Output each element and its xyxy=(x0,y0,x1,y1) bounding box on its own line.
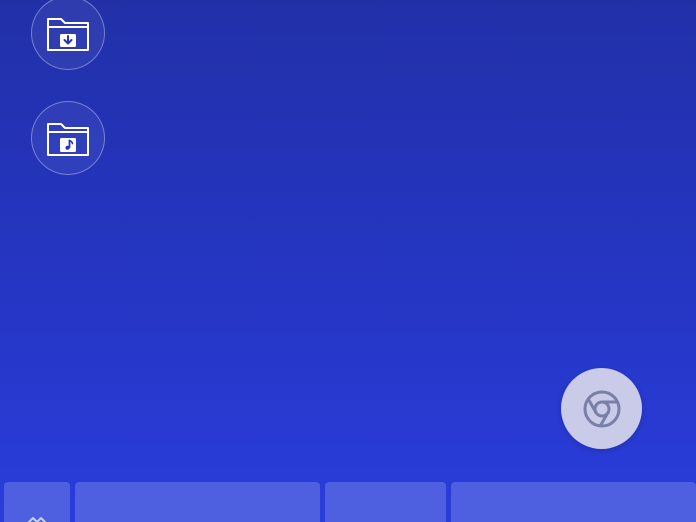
folder-music-icon xyxy=(47,123,89,156)
downloads-folder-shortcut[interactable] xyxy=(31,0,105,70)
chevron-icon xyxy=(28,517,46,522)
chrome-button[interactable] xyxy=(561,368,642,449)
music-folder-shortcut[interactable] xyxy=(31,101,105,175)
folder-download-icon xyxy=(47,18,89,51)
taskbar-tile-3[interactable] xyxy=(325,482,446,522)
chrome-icon xyxy=(583,390,620,427)
taskbar-tile-1[interactable] xyxy=(4,482,70,522)
taskbar-tile-4[interactable] xyxy=(451,482,696,522)
taskbar-tile-2[interactable] xyxy=(75,482,320,522)
desktop-screen xyxy=(0,0,696,522)
taskbar xyxy=(0,482,696,522)
